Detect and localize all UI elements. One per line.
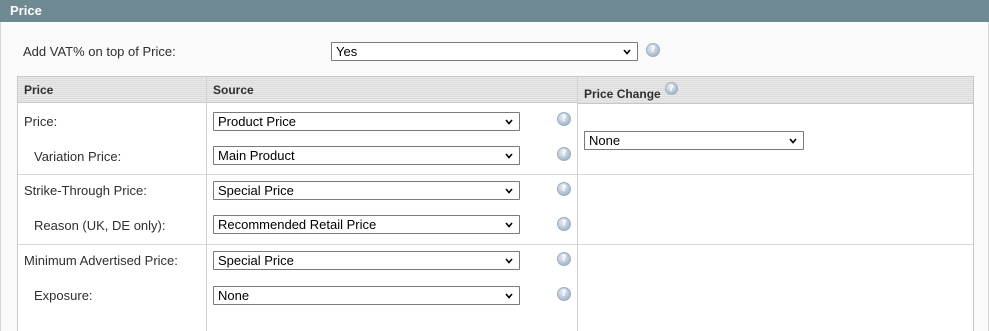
variation-price-select[interactable]: Main Product	[213, 146, 520, 165]
price-table: Price Source Price Change ? Price: Produ…	[17, 76, 974, 331]
row-label: Minimum Advertised Price:	[24, 253, 178, 268]
select-value: Main Product	[218, 148, 295, 163]
help-icon[interactable]: ?	[557, 112, 571, 126]
row-label: Price:	[24, 114, 58, 129]
row-divider	[18, 244, 973, 245]
header-price-change: Price Change	[584, 87, 661, 101]
help-icon[interactable]: ?	[557, 217, 571, 231]
row-label: Exposure:	[34, 288, 93, 303]
column-divider	[206, 77, 207, 331]
chevron-down-icon	[789, 138, 797, 144]
help-icon[interactable]: ?	[557, 287, 571, 301]
select-value: Product Price	[218, 114, 297, 129]
select-value: Special Price	[218, 183, 294, 198]
chevron-down-icon	[623, 49, 631, 55]
vat-select-value: Yes	[336, 44, 358, 59]
header-source: Source	[213, 83, 254, 97]
chevron-down-icon	[505, 188, 513, 194]
help-icon[interactable]: ?	[557, 147, 571, 161]
table-header-row	[18, 77, 578, 103]
strike-through-price-select[interactable]: Special Price	[213, 181, 520, 200]
price-change-help-icon[interactable]: ?	[665, 82, 678, 95]
row-divider	[18, 174, 973, 175]
chevron-down-icon	[505, 293, 513, 299]
select-value: None	[218, 288, 250, 303]
exposure-select[interactable]: None	[213, 286, 520, 305]
section-title: Price	[0, 0, 989, 22]
chevron-down-icon	[505, 119, 513, 125]
help-icon[interactable]: ?	[557, 182, 571, 196]
price-change-select[interactable]: None	[584, 131, 804, 150]
vat-help-icon[interactable]: ?	[646, 43, 660, 57]
help-icon[interactable]: ?	[557, 252, 571, 266]
chevron-down-icon	[505, 258, 513, 264]
price-source-select[interactable]: Product Price	[213, 112, 520, 131]
row-label: Strike-Through Price:	[24, 183, 147, 198]
row-label: Variation Price:	[34, 149, 122, 164]
header-price: Price	[24, 83, 54, 97]
select-value: None	[589, 133, 621, 148]
select-value: Special Price	[218, 253, 294, 268]
column-divider	[577, 77, 578, 331]
chevron-down-icon	[505, 222, 513, 228]
minimum-advertised-price-select[interactable]: Special Price	[213, 251, 520, 270]
vat-label: Add VAT% on top of Price:	[23, 44, 176, 59]
price-panel: Add VAT% on top of Price: Yes ? Price So…	[0, 22, 989, 331]
reason-select[interactable]: Recommended Retail Price	[213, 215, 520, 234]
chevron-down-icon	[505, 153, 513, 159]
row-label: Reason (UK, DE only):	[34, 218, 166, 233]
vat-select[interactable]: Yes	[331, 42, 638, 61]
select-value: Recommended Retail Price	[218, 217, 377, 232]
